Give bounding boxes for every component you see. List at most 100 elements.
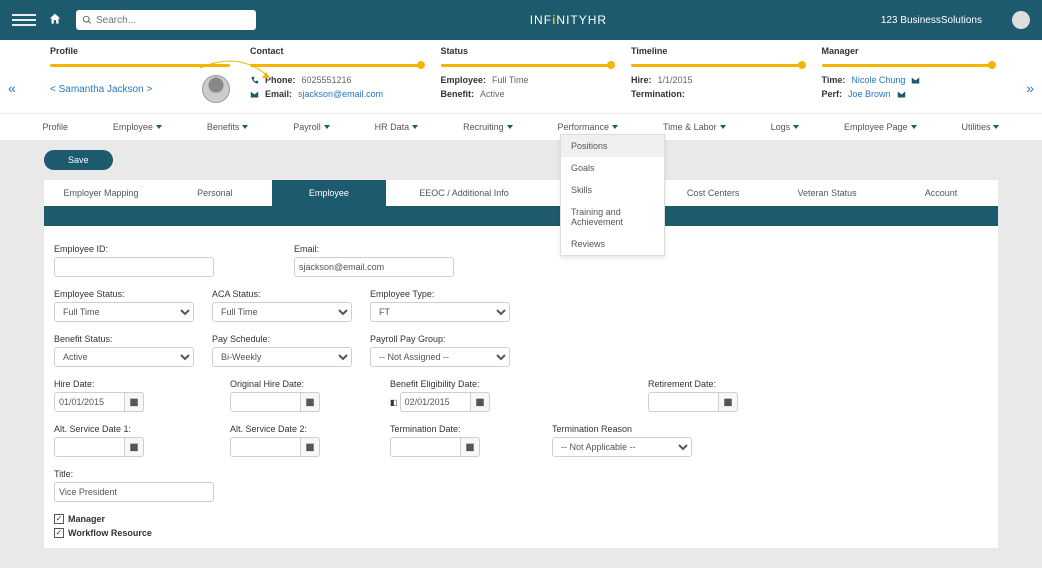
nav-payroll[interactable]: Payroll: [289, 120, 334, 134]
calendar-icon[interactable]: [470, 392, 490, 412]
phone-value: 6025551216: [302, 75, 352, 85]
tab-employer-mapping[interactable]: Employer Mapping: [44, 180, 158, 206]
emp-type-label: Employee Type:: [370, 289, 510, 299]
chevron-down-icon: [156, 125, 162, 129]
calendar-icon[interactable]: [718, 392, 738, 412]
nav-time-labor[interactable]: Time & Labor: [659, 120, 730, 134]
calendar-icon[interactable]: [124, 392, 144, 412]
time-manager-value[interactable]: Nicole Chung: [851, 75, 905, 85]
nav-logs[interactable]: Logs: [767, 120, 804, 134]
workflow-checkbox-row[interactable]: Workflow Resource: [54, 528, 988, 538]
termination-label: Termination:: [631, 89, 685, 99]
nav-benefits[interactable]: Benefits: [203, 120, 253, 134]
save-button[interactable]: Save: [44, 150, 113, 170]
emp-status-label: Employee Status:: [54, 289, 194, 299]
nav-utilities[interactable]: Utilities: [957, 120, 1003, 134]
title-label: Title:: [54, 469, 214, 479]
pay-group-select[interactable]: -- Not Assigned --: [370, 347, 510, 367]
benefit-status-select[interactable]: Active: [54, 347, 194, 367]
email-input[interactable]: [294, 257, 454, 277]
benefit-status-label: Benefit Status:: [54, 334, 194, 344]
aca-status-select[interactable]: Full Time: [212, 302, 352, 322]
content-area: Save Employer Mapping Personal Employee …: [0, 140, 1042, 568]
chevron-down-icon: [507, 125, 513, 129]
checkbox-icon[interactable]: [54, 528, 64, 538]
perf-manager-value[interactable]: Joe Brown: [848, 89, 891, 99]
tab-employee[interactable]: Employee: [272, 180, 386, 206]
prev-employee-icon[interactable]: «: [8, 80, 16, 96]
alt-sd2-label: Alt. Service Date 2:: [230, 424, 320, 434]
nav-recruiting[interactable]: Recruiting: [459, 120, 517, 134]
tab-underline: [44, 206, 998, 226]
hire-label: Hire:: [631, 75, 652, 85]
menu-icon[interactable]: [12, 14, 36, 26]
dd-reviews[interactable]: Reviews: [561, 233, 664, 255]
nav-hr-data[interactable]: HR Data: [371, 120, 423, 134]
calendar-icon[interactable]: [300, 437, 320, 457]
orig-hire-label: Original Hire Date:: [230, 379, 320, 389]
employee-form: Employee ID: Email: Employee Status: Ful…: [44, 226, 998, 548]
brand-logo: INFiNITYHR: [256, 13, 881, 27]
time-manager-label: Time:: [822, 75, 846, 85]
profile-section-head: Profile: [50, 46, 230, 56]
tab-veteran-status[interactable]: Veteran Status: [770, 180, 884, 206]
employee-info-strip: « » Profile < Samantha Jackson > Contact…: [0, 40, 1042, 113]
dd-skills[interactable]: Skills: [561, 179, 664, 201]
retirement-label: Retirement Date:: [648, 379, 738, 389]
chevron-down-icon: [793, 125, 799, 129]
nav-performance[interactable]: Performance: [554, 120, 623, 134]
timeline-section-head: Timeline: [631, 46, 802, 56]
email-value[interactable]: sjackson@email.com: [298, 89, 383, 99]
nav-profile[interactable]: Profile: [38, 120, 72, 134]
chevron-down-icon: [911, 125, 917, 129]
benefit-status-value: Active: [480, 89, 505, 99]
mail-icon[interactable]: [911, 76, 920, 85]
performance-dropdown: Positions Goals Skills Training and Achi…: [560, 134, 665, 256]
employee-status-value: Full Time: [492, 75, 529, 85]
search-input[interactable]: [76, 10, 256, 30]
email-label: Email:: [265, 89, 292, 99]
mail-icon[interactable]: [897, 90, 906, 99]
manager-checkbox-row[interactable]: Manager: [54, 514, 988, 524]
emp-status-select[interactable]: Full Time: [54, 302, 194, 322]
dd-positions[interactable]: Positions: [561, 135, 664, 157]
calendar-icon[interactable]: [300, 392, 320, 412]
next-employee-icon[interactable]: »: [1026, 80, 1034, 96]
user-avatar-icon[interactable]: [1012, 11, 1030, 29]
pay-schedule-label: Pay Schedule:: [212, 334, 352, 344]
tab-cost-centers[interactable]: Cost Centers: [656, 180, 770, 206]
chevron-down-icon: [324, 125, 330, 129]
tab-personal[interactable]: Personal: [158, 180, 272, 206]
term-reason-label: Termination Reason: [552, 424, 692, 434]
contact-section-head: Contact: [250, 46, 421, 56]
calendar-icon[interactable]: [460, 437, 480, 457]
alt-sd1-label: Alt. Service Date 1:: [54, 424, 144, 434]
pay-schedule-select[interactable]: Bi-Weekly: [212, 347, 352, 367]
chevron-down-icon: [242, 125, 248, 129]
emp-type-select[interactable]: FT: [370, 302, 510, 322]
chevron-down-icon: [720, 125, 726, 129]
employee-id-label: Employee ID:: [54, 244, 214, 254]
chevron-down-icon: [993, 125, 999, 129]
home-icon[interactable]: [48, 12, 62, 29]
nav-employee-page[interactable]: Employee Page: [840, 120, 921, 134]
employee-name-link[interactable]: < Samantha Jackson >: [50, 84, 152, 95]
dd-goals[interactable]: Goals: [561, 157, 664, 179]
title-input[interactable]: [54, 482, 214, 502]
phone-label: Phone:: [265, 75, 296, 85]
checkbox-icon[interactable]: [54, 514, 64, 524]
tab-eeoc[interactable]: EEOC / Additional Info: [386, 180, 542, 206]
term-reason-select[interactable]: -- Not Applicable --: [552, 437, 692, 457]
form-tabs: Employer Mapping Personal Employee EEOC …: [44, 180, 998, 206]
dd-training[interactable]: Training and Achievement: [561, 201, 664, 233]
nav-employee[interactable]: Employee: [109, 120, 166, 134]
manager-checkbox-label: Manager: [68, 514, 105, 524]
employee-id-input[interactable]: [54, 257, 214, 277]
email-label: Email:: [294, 244, 454, 254]
hire-value: 1/1/2015: [658, 75, 693, 85]
calendar-icon[interactable]: [124, 437, 144, 457]
term-date-label: Termination Date:: [390, 424, 480, 434]
main-nav: Profile Employee Benefits Payroll HR Dat…: [0, 113, 1042, 140]
hire-date-label: Hire Date:: [54, 379, 144, 389]
tab-account[interactable]: Account: [884, 180, 998, 206]
